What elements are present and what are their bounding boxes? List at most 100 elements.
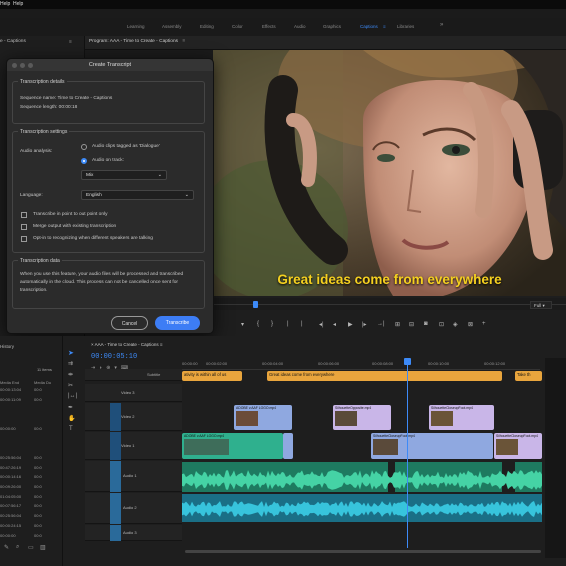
- project-row-media-duration[interactable]: 00:0: [34, 484, 42, 489]
- mark-in-icon[interactable]: {: [257, 321, 259, 327]
- radio-dialogue[interactable]: [81, 144, 87, 150]
- project-row-media-duration[interactable]: 00:0: [34, 523, 42, 528]
- project-row-media-end[interactable]: 00:00:14:16: [0, 474, 21, 479]
- workspace-tab[interactable]: Libraries: [397, 24, 414, 29]
- workspace-tab[interactable]: Editing: [200, 24, 214, 29]
- selection-tool-icon[interactable]: ➤: [68, 349, 74, 357]
- project-row-media-duration[interactable]: 00:0: [34, 455, 42, 460]
- track-target[interactable]: [110, 461, 121, 492]
- step-back-icon[interactable]: ◂|: [319, 321, 324, 328]
- panel-menu-icon[interactable]: ≡: [69, 39, 72, 45]
- project-row-media-end[interactable]: 00:07:56:17: [0, 503, 21, 508]
- timeline-scrollbar[interactable]: [185, 550, 541, 553]
- track-header-v2[interactable]: Video 2: [85, 403, 182, 431]
- project-row-media-end[interactable]: 00:00:00: [0, 426, 16, 431]
- playhead-icon[interactable]: [404, 358, 411, 365]
- transcribe-button[interactable]: Transcribe: [155, 316, 200, 330]
- project-row-media-duration[interactable]: 00:0: [34, 474, 42, 479]
- video-clip[interactable]: SilhouetteCloseupFoot.mp4: [494, 433, 542, 459]
- caption-clip[interactable]: Great ideas come from everywhere: [267, 371, 502, 381]
- caption-clip[interactable]: ativity is within all of us: [182, 371, 242, 381]
- pencil-icon[interactable]: ✎: [4, 544, 9, 551]
- marker-icon[interactable]: ▾: [241, 321, 244, 328]
- track-header-a1[interactable]: Audio 1: [85, 461, 182, 492]
- project-row-media-end[interactable]: 00:09:26:00: [0, 484, 21, 489]
- caption-overlay-text[interactable]: Great ideas come from everywhere: [213, 272, 566, 287]
- slip-tool-icon[interactable]: |↔|: [68, 393, 77, 399]
- menu-item-help[interactable]: Help: [13, 1, 23, 7]
- razor-tool-icon[interactable]: ✂: [68, 382, 73, 389]
- track-target[interactable]: [110, 493, 121, 524]
- project-row-media-end[interactable]: 00:00:13:04: [0, 387, 21, 392]
- hamburger-icon[interactable]: ≡: [383, 24, 386, 29]
- video-clip[interactable]: [283, 433, 293, 459]
- overflow-chevron-icon[interactable]: »: [440, 22, 443, 28]
- project-row-media-duration[interactable]: 00:0: [34, 494, 42, 499]
- checkbox-merge[interactable]: [21, 224, 27, 230]
- timeline-tab[interactable]: × AAA - Time to Create - Captions ≡: [91, 342, 163, 347]
- compare-icon[interactable]: ⊡: [439, 321, 444, 328]
- add-icon[interactable]: +: [482, 321, 486, 327]
- go-to-end-icon[interactable]: →|: [377, 321, 385, 327]
- cancel-button[interactable]: Cancel: [111, 316, 148, 330]
- step-forward-icon[interactable]: |▸: [362, 321, 367, 328]
- video-clip[interactable]: SilhouetteOpposite.mp4: [333, 405, 391, 430]
- workspace-tab[interactable]: Effects: [262, 24, 276, 29]
- playhead-line[interactable]: [407, 358, 408, 548]
- fit-dropdown[interactable]: Full ▾: [530, 301, 552, 309]
- project-row-media-end[interactable]: 00:25:56:04: [0, 513, 21, 518]
- project-row-media-end[interactable]: 00:00:24:15: [0, 523, 21, 528]
- hand-tool-icon[interactable]: ✋: [68, 415, 75, 422]
- menu-item-help[interactable]: Help: [0, 1, 10, 7]
- mark-out-icon[interactable]: }: [271, 321, 273, 327]
- track-header-v3[interactable]: Video 3: [85, 384, 182, 402]
- track-target[interactable]: [110, 403, 121, 431]
- lift-icon[interactable]: ⊞: [395, 321, 400, 328]
- audio-waveforms[interactable]: [182, 462, 542, 524]
- project-row-media-duration[interactable]: 00:0: [34, 503, 42, 508]
- track-select-tool-icon[interactable]: ⇉: [68, 360, 73, 367]
- vr-icon[interactable]: ◈: [453, 321, 458, 328]
- track-dropdown[interactable]: Mix ⌄: [81, 170, 167, 180]
- workspace-tab[interactable]: Audio: [294, 24, 306, 29]
- workspace-tab[interactable]: Graphics: [323, 24, 341, 29]
- monitor-title[interactable]: Program: AAA - Time to Create - Captions: [89, 39, 178, 44]
- playhead-icon[interactable]: [253, 301, 258, 308]
- multicam-icon[interactable]: ⊠: [468, 321, 473, 328]
- track-header-a2[interactable]: Audio 2: [85, 493, 182, 524]
- project-row-media-end[interactable]: 00:47:26:19: [0, 465, 21, 470]
- workspace-tab-active[interactable]: Captions: [360, 24, 378, 29]
- caption-clip[interactable]: Take th: [515, 371, 542, 381]
- video-frame[interactable]: Great ideas come from everywhere: [213, 50, 566, 296]
- minimize-window-icon[interactable]: [20, 62, 25, 68]
- zoom-window-icon[interactable]: [28, 62, 33, 68]
- project-row-media-end[interactable]: 00:00:11:09: [0, 397, 21, 402]
- video-clip[interactable]: SilhouetteCloseupFoot.mp4: [429, 405, 494, 430]
- trash-icon[interactable]: ▥: [40, 544, 46, 551]
- search-icon[interactable]: ⌕: [16, 544, 19, 551]
- track-target[interactable]: [110, 432, 121, 460]
- column-header[interactable]: Media Du: [34, 380, 51, 385]
- track-header-a3[interactable]: Audio 3: [85, 525, 182, 541]
- camera-icon[interactable]: ◙: [424, 321, 428, 327]
- video-clip[interactable]: SilhouetteCloseupFoot.mp4: [371, 433, 493, 459]
- workspace-tab[interactable]: Assembly: [162, 24, 182, 29]
- column-header[interactable]: Media End: [0, 380, 19, 385]
- project-row-media-duration[interactable]: 00:0: [34, 397, 42, 402]
- project-row-media-end[interactable]: 00:25:56:04: [0, 455, 21, 460]
- pen-tool-icon[interactable]: ✒: [68, 404, 73, 411]
- go-to-in-icon[interactable]: |: [287, 321, 289, 327]
- timecode-display[interactable]: 00:00:05:10: [91, 353, 137, 361]
- play-reverse-icon[interactable]: ◂: [333, 321, 336, 328]
- language-dropdown[interactable]: English ⌄: [81, 190, 194, 200]
- folder-icon[interactable]: ▭: [28, 544, 34, 551]
- project-row-media-duration[interactable]: 00:0: [34, 465, 42, 470]
- ripple-tool-icon[interactable]: ⇹: [68, 371, 73, 378]
- type-tool-icon[interactable]: T: [69, 426, 73, 432]
- project-row-media-duration[interactable]: 00:0: [34, 387, 42, 392]
- project-row-media-end[interactable]: 00:00:00: [0, 533, 16, 538]
- video-clip[interactable]: ADOBE v.AAF LOGO.mp4: [234, 405, 292, 430]
- checkbox-speakers[interactable]: [21, 236, 27, 242]
- project-row-media-duration[interactable]: 00:0: [34, 533, 42, 538]
- workspace-tab[interactable]: Learning: [127, 24, 145, 29]
